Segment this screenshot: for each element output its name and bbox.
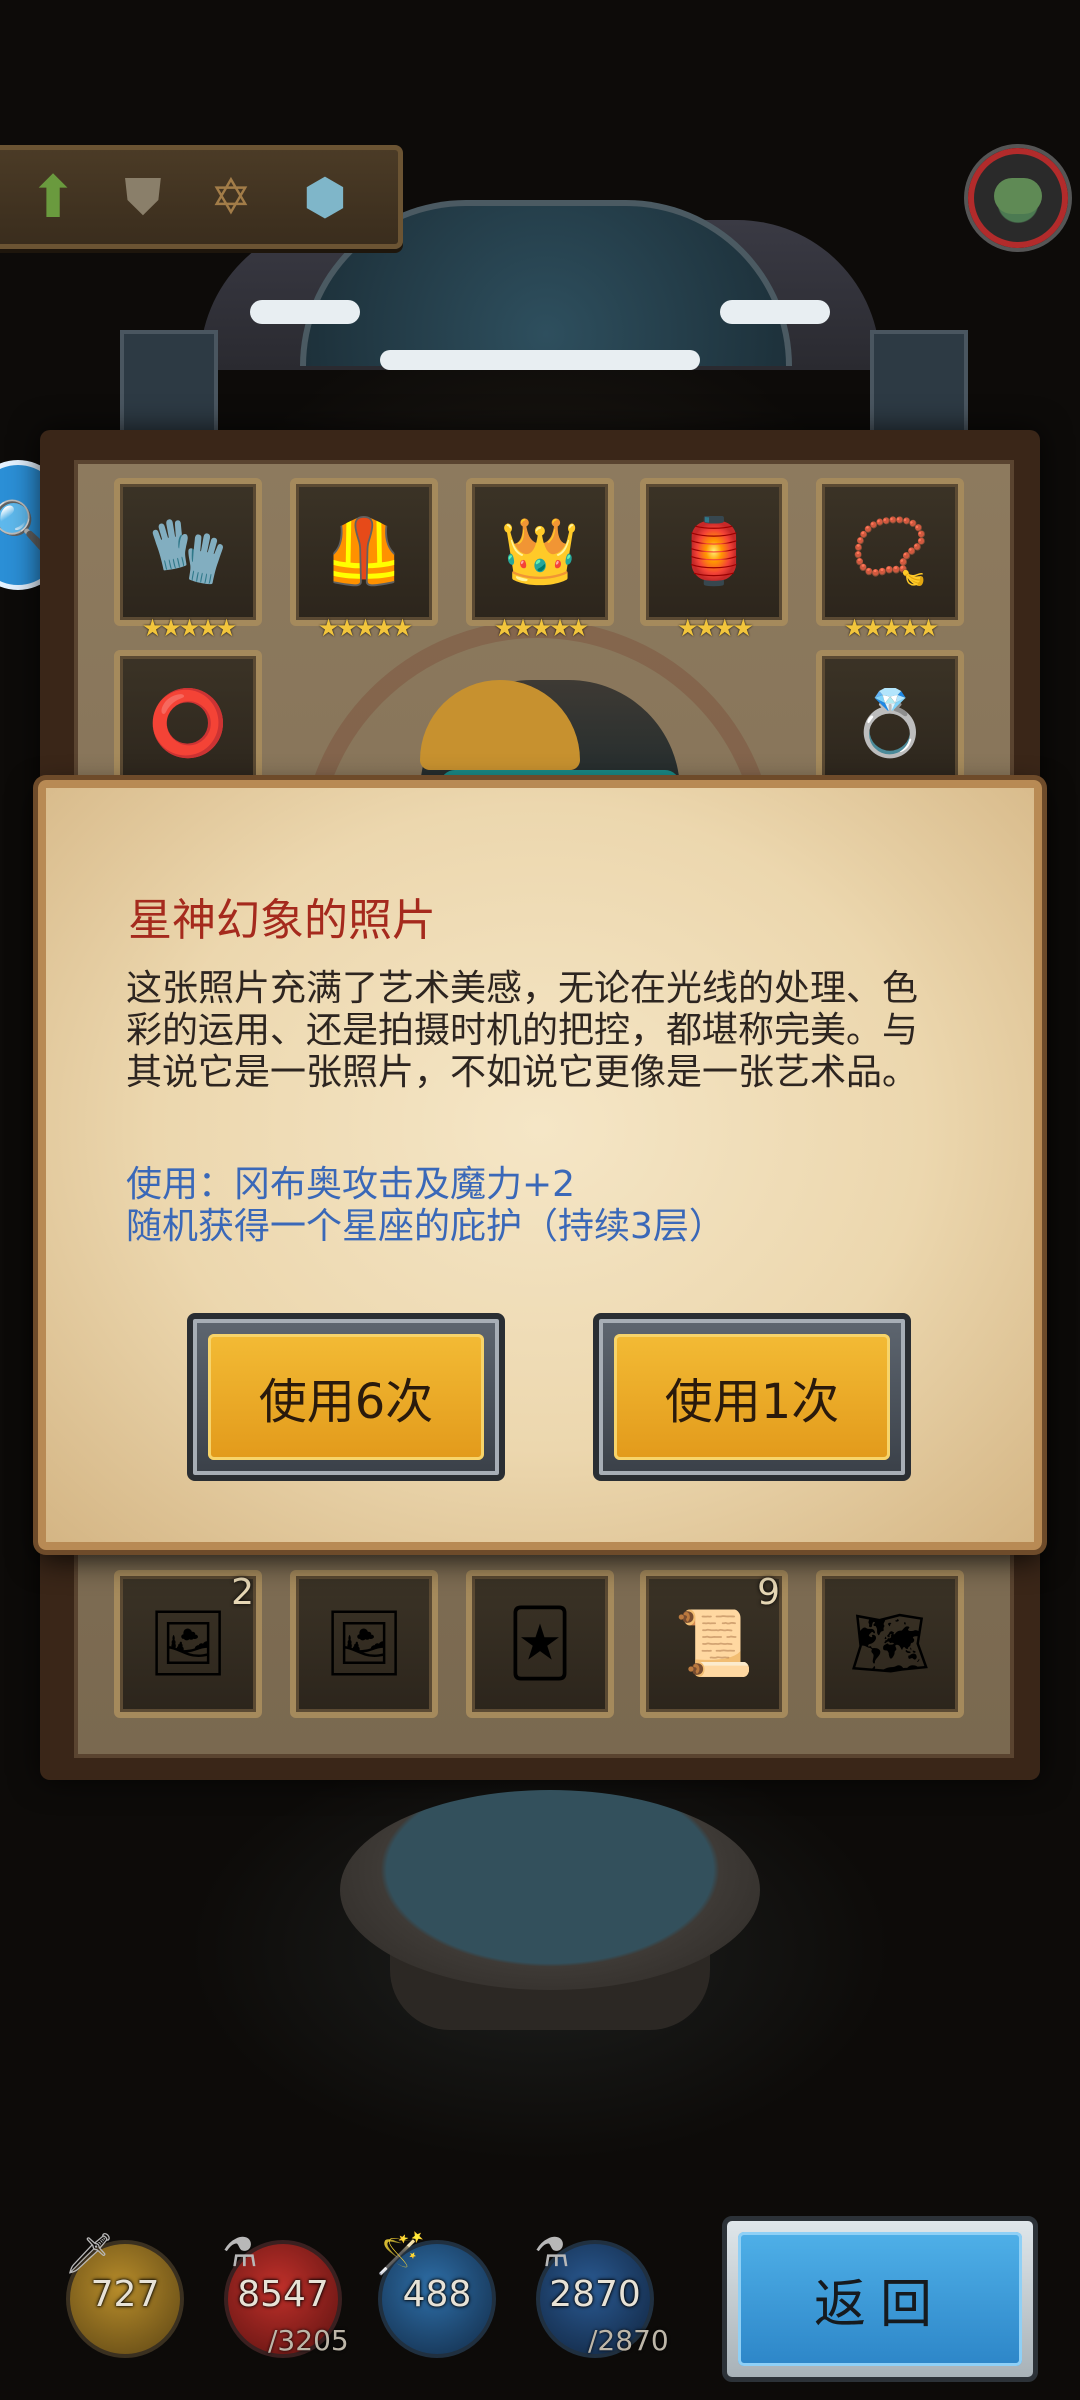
item-effect-line: 随机获得一个星座的庇护（持续3层） [126,1206,725,1247]
snow-patch [720,300,830,324]
hp-stat: ⚗ 8547 /3205 [222,2230,349,2358]
equipment-slot-lantern[interactable]: 🏮 ★★★★ [640,478,788,642]
equipment-slot-crown[interactable]: 👑 ★★★★★ [466,478,614,642]
use-6-times-label: 使用6次 [208,1334,484,1460]
item-effect: 使用：冈布奥攻击及魔力+2 随机获得一个星座的庇护（持续3层） [126,1164,966,1248]
use-6-times-button[interactable]: 使用6次 [187,1313,505,1481]
item-title: 星神幻象的照片 [128,895,436,946]
equipment-slot-chainmail[interactable]: 🦺 ★★★★★ [290,478,438,642]
upgrade-arrow-icon[interactable]: ⬆ [18,162,88,232]
star-rating: ★★★★★ [317,614,414,642]
star-rating: ★★★★★ [843,614,940,642]
map-icon: 🗺 [849,1607,931,1681]
mp-value: 2870 [549,2274,641,2315]
mp-stat: ⚗ 2870 /2870 [534,2230,669,2358]
photo-icon: 🖼 [323,1607,405,1681]
amulet-icon: 📿 [850,515,930,589]
item-effect-line: 使用：冈布奥攻击及魔力+2 [126,1164,576,1205]
equipment-slot-belt[interactable]: ⭕ [114,650,262,798]
chainmail-icon: 🦺 [324,515,404,589]
category-tab-bar: ⬆ ⛊ ✡ ⬢ [0,145,403,249]
hp-value: 8547 [237,2274,329,2315]
lantern-icon: 🏮 [674,515,754,589]
shield-icon[interactable]: ⛊ [108,162,178,232]
ring-icon: 💍 [850,687,930,761]
card-icon: 🃏 [507,1607,573,1681]
back-label: 返回 [738,2232,1022,2366]
magic-value: 488 [402,2274,472,2315]
sword-icon: 🗡 [64,2231,115,2277]
item-slot-photo[interactable]: 🖼 [290,1570,438,1718]
hexagram-icon[interactable]: ✡ [196,162,266,232]
equipment-slot-amulet[interactable]: 📿 ★★★★★ [816,478,964,642]
hp-potion-icon: ⚗ [222,2230,258,2276]
back-button[interactable]: 返回 [722,2216,1038,2382]
item-slot-map[interactable]: 🗺 [816,1570,964,1718]
gauntlet-icon: 🧤 [148,515,228,589]
star-rating: ★★★★ [676,614,754,642]
magic-stat: 🪄 488 [376,2231,496,2358]
snow-patch [380,350,700,370]
mp-potion-icon: ⚗ [534,2230,570,2276]
hp-max-value: /3205 [268,2324,349,2357]
attack-stat: 🗡 727 [64,2231,184,2358]
attack-value: 727 [90,2274,160,2315]
item-slot-card[interactable]: 🃏 [466,1570,614,1718]
item-slot-photo[interactable]: 🖼 2 [114,1570,262,1718]
snow-patch [250,300,360,324]
player-avatar[interactable] [968,148,1068,248]
crown-icon: 👑 [500,515,580,589]
equipment-slot-gauntlet[interactable]: 🧤 ★★★★★ [114,478,262,642]
mp-max-value: /2870 [588,2324,669,2357]
wand-icon: 🪄 [376,2231,426,2277]
item-count: 9 [757,1572,780,1613]
equipment-slot-ring[interactable]: 💍 [816,650,964,798]
photo-icon: 🖼 [147,1607,229,1681]
star-rating: ★★★★★ [141,614,238,642]
turtle-shell-icon[interactable]: ⬢ [290,162,360,232]
star-fountain [340,1790,760,1990]
item-description: 这张照片充满了艺术美感，无论在光线的处理、色彩的运用、还是拍摄时机的把控，都堪称… [126,968,919,1093]
item-count: 2 [231,1572,254,1613]
scroll-book-icon: 📜 [674,1607,754,1681]
use-1-time-button[interactable]: 使用1次 [593,1313,911,1481]
item-detail-dialog: 星神幻象的照片 这张照片充满了艺术美感，无论在光线的处理、色彩的运用、还是拍摄时… [38,780,1042,1550]
belt-icon: ⭕ [148,687,228,761]
star-rating: ★★★★★ [493,614,590,642]
item-slot-scroll-book[interactable]: 📜 9 [640,1570,788,1718]
use-1-time-label: 使用1次 [614,1334,890,1460]
avatar-face-icon [994,178,1042,214]
